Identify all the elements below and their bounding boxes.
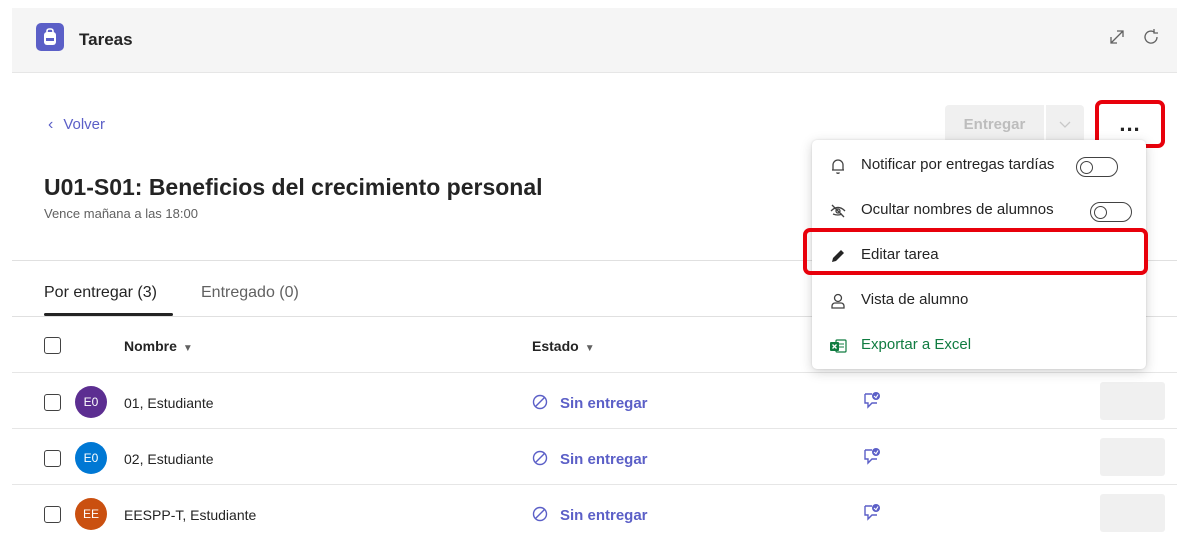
due-date: Vence mañana a las 18:00	[44, 206, 198, 221]
status-badge[interactable]: Sin entregar	[532, 450, 648, 468]
assignment-page: Tareas ‹ Volver Entregar ... U01-S01: Ben…	[0, 0, 1177, 534]
column-header-name[interactable]: Nombre ▼	[124, 338, 193, 354]
grade-input[interactable]	[1100, 382, 1165, 420]
tab-pending[interactable]: Por entregar (3)	[44, 284, 157, 302]
feedback-icon[interactable]	[862, 446, 882, 466]
eye-off-icon	[830, 204, 846, 218]
menu-item-student-view[interactable]: Vista de alumno	[812, 279, 1146, 323]
row-divider	[12, 484, 1177, 485]
sort-down-icon: ▼	[584, 343, 595, 354]
page-title: U01-S01: Beneficios del crecimiento pers…	[44, 174, 543, 200]
menu-item-export-excel[interactable]: Exportar a Excel	[812, 324, 1146, 368]
column-status-label: Estado	[532, 338, 579, 354]
backpack-icon	[36, 23, 64, 51]
bell-icon	[832, 159, 844, 174]
status-badge[interactable]: Sin entregar	[532, 506, 648, 524]
app-header: Tareas	[12, 8, 1177, 73]
pencil-icon	[832, 250, 844, 262]
row-checkbox[interactable]	[44, 506, 61, 523]
menu-item-label: Exportar a Excel	[861, 336, 972, 353]
menu-item-label: Vista de alumno	[861, 291, 969, 308]
sort-down-icon: ▼	[182, 343, 193, 354]
not-submitted-icon	[532, 394, 548, 410]
toggle-knob	[1094, 205, 1107, 219]
menu-item-label: Ocultar nombres de alumnos	[861, 201, 1054, 218]
menu-item-label: Notificar por entregas tardías	[861, 156, 1055, 173]
not-submitted-icon	[532, 450, 548, 466]
person-icon	[831, 293, 845, 309]
feedback-icon[interactable]	[862, 502, 882, 522]
chevron-down-icon	[1059, 121, 1071, 128]
toggle-knob	[1080, 160, 1093, 174]
notify-late-toggle[interactable]	[1076, 157, 1118, 177]
hide-names-toggle[interactable]	[1090, 202, 1132, 222]
grade-input[interactable]	[1100, 494, 1165, 532]
expand-icon[interactable]	[1106, 26, 1128, 48]
menu-item-edit-assignment[interactable]: Editar tarea	[812, 234, 1146, 278]
select-all-checkbox[interactable]	[44, 337, 61, 354]
column-header-status[interactable]: Estado ▼	[532, 338, 595, 354]
row-divider	[12, 428, 1177, 429]
chevron-left-icon: ‹	[48, 116, 54, 133]
row-checkbox[interactable]	[44, 450, 61, 467]
status-label: Sin entregar	[560, 451, 648, 468]
back-label: Volver	[63, 116, 106, 133]
tab-submitted[interactable]: Entregado (0)	[201, 284, 299, 302]
row-divider	[12, 372, 1177, 373]
row-checkbox[interactable]	[44, 394, 61, 411]
student-name[interactable]: 02, Estudiante	[124, 451, 214, 467]
app-title: Tareas	[79, 30, 133, 49]
feedback-icon[interactable]	[862, 390, 882, 410]
student-name[interactable]: EESPP-T, Estudiante	[124, 507, 256, 523]
grade-input[interactable]	[1100, 438, 1165, 476]
avatar: EE	[75, 498, 107, 530]
avatar: E0	[75, 442, 107, 474]
menu-item-notify-late[interactable]: Notificar por entregas tardías	[812, 144, 1146, 188]
submit-dropdown-button[interactable]	[1046, 105, 1084, 143]
status-badge[interactable]: Sin entregar	[532, 394, 648, 412]
excel-icon	[830, 339, 847, 353]
status-label: Sin entregar	[560, 395, 648, 412]
not-submitted-icon	[532, 506, 548, 522]
menu-item-hide-names[interactable]: Ocultar nombres de alumnos	[812, 189, 1146, 233]
back-link[interactable]: ‹ Volver	[48, 116, 105, 134]
refresh-icon[interactable]	[1140, 26, 1162, 48]
menu-item-label: Editar tarea	[861, 246, 939, 263]
status-label: Sin entregar	[560, 507, 648, 524]
more-options-menu: Notificar por entregas tardías Ocultar n…	[812, 140, 1146, 369]
student-name[interactable]: 01, Estudiante	[124, 395, 214, 411]
column-name-label: Nombre	[124, 338, 177, 354]
submit-button[interactable]: Entregar	[945, 105, 1045, 143]
avatar: E0	[75, 386, 107, 418]
